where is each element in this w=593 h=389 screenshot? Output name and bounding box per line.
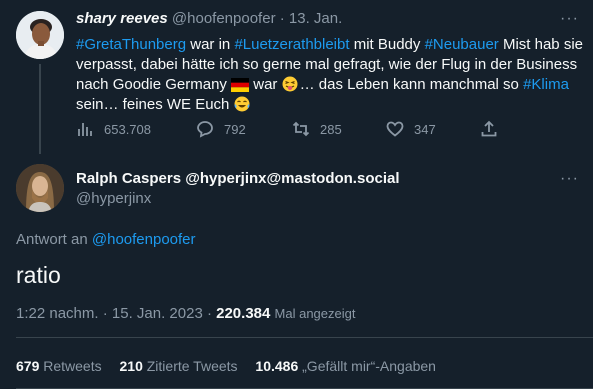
author-handle[interactable]: @hyperjinx — [76, 190, 151, 207]
german-flag-icon — [231, 78, 250, 94]
views-action[interactable]: 653.708 — [76, 120, 151, 138]
quotes-stat[interactable]: 210 Zitierte Tweets — [120, 358, 238, 374]
views-count: 653.708 — [104, 121, 151, 137]
reply-context: Antwort an @hoofenpoofer — [16, 231, 196, 248]
like-count: 347 — [414, 121, 436, 137]
hashtag-link[interactable]: #Neubauer — [425, 36, 499, 53]
tweet-text: ratio — [16, 262, 61, 288]
tweet-date[interactable]: 13. Jan. — [289, 10, 342, 27]
engagement-stats: 679 Retweets 210 Zitierte Tweets 10.486 … — [16, 358, 450, 374]
retweet-icon — [292, 121, 310, 137]
retweets-count: 679 — [16, 358, 40, 374]
retweets-stat[interactable]: 679 Retweets — [16, 358, 102, 374]
tweet-text-part: … das Leben kann manchmal so — [299, 76, 524, 93]
retweet-count: 285 — [320, 121, 342, 137]
reply-to-link[interactable]: @hoofenpoofer — [92, 231, 196, 248]
share-action[interactable] — [480, 120, 498, 138]
tweet-header: shary reeves @hoofenpoofer · 13. Jan. — [76, 10, 342, 28]
share-icon — [481, 120, 497, 137]
quotes-count: 210 — [119, 358, 143, 374]
retweets-label: Retweets — [43, 358, 102, 374]
tweet-text-part: war — [249, 76, 282, 93]
avatar[interactable] — [16, 164, 64, 212]
more-options-icon[interactable]: ··· — [560, 171, 579, 187]
tweet-timestamp[interactable]: 1:22 nachm. · 15. Jan. 2023 · — [16, 305, 216, 322]
tweet-actions: 653.708 792 285 347 — [76, 120, 516, 144]
hashtag-link[interactable]: #Luetzerathbleibt — [234, 36, 349, 53]
like-action[interactable]: 347 — [386, 120, 436, 138]
author-name[interactable]: Ralph Caspers @hyperjinx@mastodon.social — [76, 170, 400, 187]
thread-connector-line — [39, 64, 41, 154]
views-icon — [78, 123, 92, 136]
likes-count: 10.486 — [255, 358, 299, 374]
tweet-text-part: war in — [186, 36, 235, 53]
tongue-wink-emoji-icon — [282, 76, 300, 92]
reply-count: 792 — [224, 121, 246, 137]
likes-label: „Gefällt mir“-Angaben — [302, 358, 436, 374]
separator-dot: · — [279, 10, 285, 27]
reply-action[interactable]: 792 — [196, 120, 246, 138]
hashtag-link[interactable]: #Klima — [523, 76, 569, 93]
likes-stat[interactable]: 10.486 „Gefällt mir“-Angaben — [255, 358, 436, 374]
avatar-photo — [16, 11, 64, 59]
tweet-text-part: mit Buddy — [349, 36, 425, 53]
avatar[interactable] — [16, 11, 64, 59]
hashtag-link[interactable]: #GretaThunberg — [76, 36, 186, 53]
reply-icon — [197, 121, 213, 138]
tears-of-joy-emoji-icon — [234, 96, 252, 112]
more-options-icon[interactable]: ··· — [560, 11, 579, 27]
reply-prefix: Antwort an — [16, 231, 92, 248]
author-handle[interactable]: @hoofenpoofer — [172, 10, 276, 27]
tweet-text: #GretaThunberg war in #Luetzerathbleibt … — [76, 35, 584, 115]
retweet-action[interactable]: 285 — [292, 120, 342, 138]
views-count: 220.384 — [216, 305, 271, 322]
divider — [16, 337, 593, 338]
avatar-photo — [16, 164, 64, 212]
like-icon — [386, 121, 404, 137]
tweet-metadata: 1:22 nachm. · 15. Jan. 2023 · 220.384 Ma… — [16, 305, 355, 322]
views-label: Mal angezeigt — [274, 306, 356, 321]
author-name[interactable]: shary reeves — [76, 10, 168, 27]
tweet-text-part: sein… feines WE Euch — [76, 96, 234, 113]
quotes-label: Zitierte Tweets — [146, 358, 238, 374]
